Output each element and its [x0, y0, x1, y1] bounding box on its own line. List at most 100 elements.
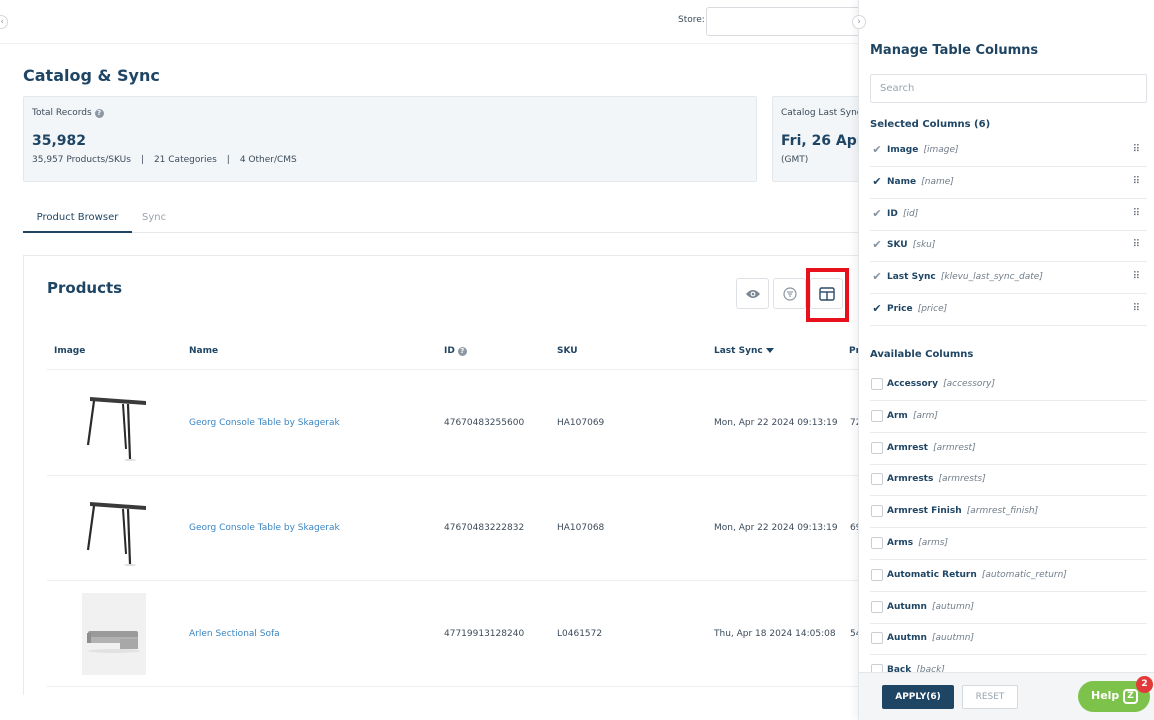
- checkbox[interactable]: [871, 409, 883, 422]
- product-sku: L0461572: [557, 629, 603, 639]
- tab-product-browser[interactable]: Product Browser: [23, 206, 132, 233]
- column-header-last-sync-label: Last Sync: [714, 346, 763, 356]
- checkbox[interactable]: [871, 378, 883, 390]
- column-header-image[interactable]: Image: [54, 346, 85, 356]
- checkbox[interactable]: [871, 632, 883, 645]
- checkmark-icon[interactable]: ✔: [871, 303, 883, 315]
- product-name-link[interactable]: Arlen Sectional Sofa: [189, 629, 280, 639]
- column-option[interactable]: ✔ Last Sync [klevu_last_sync_date] ⠿: [870, 262, 1147, 295]
- manage-columns-drawer: › Manage Table Columns Selected Columns …: [852, 0, 1154, 720]
- column-option[interactable]: ✔ Image [image] ⠿: [870, 135, 1147, 167]
- column-header-id-label: ID: [444, 346, 455, 356]
- collapse-sidebar-icon[interactable]: ‹: [0, 15, 8, 29]
- console-table-image: [86, 397, 146, 461]
- apply-button[interactable]: APPLY(6): [882, 685, 954, 709]
- drag-handle-icon[interactable]: ⠿: [1133, 176, 1140, 187]
- store-select[interactable]: [706, 7, 866, 36]
- product-id: 47719913128240: [444, 629, 525, 639]
- column-option[interactable]: Automatic Return [automatic_return]: [870, 560, 1147, 592]
- column-option[interactable]: ✔ Name [name] ⠿: [870, 167, 1147, 199]
- filter-button[interactable]: [773, 278, 806, 309]
- column-option[interactable]: Arm [arm]: [870, 401, 1147, 433]
- checkmark-icon[interactable]: ✔: [871, 175, 883, 188]
- column-option-label: Armrests [armrests]: [887, 474, 986, 484]
- column-option[interactable]: ✔ ID [id] ⠿: [870, 199, 1147, 231]
- column-header-name[interactable]: Name: [189, 346, 218, 356]
- column-name: Price: [887, 304, 913, 314]
- checkbox[interactable]: [871, 537, 883, 549]
- column-option[interactable]: Autumn [autumn]: [870, 592, 1147, 624]
- column-key: [arm]: [912, 410, 938, 421]
- column-option[interactable]: Accessory [accessory]: [870, 369, 1147, 401]
- checkbox[interactable]: [871, 505, 883, 518]
- checkmark-icon[interactable]: ✔: [871, 207, 883, 220]
- column-header-sku[interactable]: SKU: [557, 346, 578, 356]
- column-name: Autumn: [887, 601, 927, 612]
- column-option-label: Price [price]: [887, 304, 947, 314]
- checkbox[interactable]: [871, 473, 883, 486]
- column-name: Armrests: [887, 474, 934, 485]
- product-name-link[interactable]: Georg Console Table by Skagerak: [189, 418, 340, 428]
- column-option-label: ID [id]: [887, 209, 918, 219]
- row-divider: [47, 580, 874, 581]
- column-option-label: Arm [arm]: [887, 411, 938, 421]
- product-last-sync: Mon, Apr 22 2024 09:13:19: [714, 523, 838, 533]
- product-last-sync: Mon, Apr 22 2024 09:13:19: [714, 418, 838, 428]
- checkmark-icon[interactable]: ✔: [871, 144, 883, 156]
- column-key: [name]: [921, 176, 954, 187]
- product-sku: HA107069: [557, 418, 605, 428]
- drag-handle-icon[interactable]: ⠿: [1133, 239, 1140, 250]
- column-option[interactable]: ✔ SKU [sku] ⠿: [870, 230, 1147, 263]
- column-option[interactable]: Arms [arms]: [870, 528, 1147, 560]
- column-option-label: SKU [sku]: [887, 240, 935, 250]
- reset-button[interactable]: RESET: [962, 685, 1018, 709]
- help-icon[interactable]: ?: [457, 347, 467, 356]
- checkbox[interactable]: [871, 568, 883, 581]
- product-name-link[interactable]: Georg Console Table by Skagerak: [189, 523, 340, 533]
- column-header-last-sync[interactable]: Last Sync: [714, 346, 774, 356]
- separator: |: [140, 155, 144, 165]
- column-key: [price]: [917, 304, 948, 314]
- row-divider: [47, 475, 874, 476]
- column-option[interactable]: Auutmn [auutmn]: [870, 623, 1147, 656]
- column-option-label: Auutmn [auutmn]: [887, 633, 974, 643]
- toggle-visibility-button[interactable]: [736, 278, 769, 309]
- store-label: Store:: [678, 15, 705, 25]
- checkmark-icon[interactable]: ✔: [871, 239, 883, 251]
- product-id: 47670483255600: [444, 418, 525, 428]
- column-key: [autumn]: [932, 601, 974, 612]
- column-option[interactable]: ✔ Price [price] ⠿: [870, 294, 1147, 326]
- checkmark-icon[interactable]: ✔: [871, 271, 883, 283]
- column-search-input[interactable]: [870, 74, 1147, 103]
- help-label: Help: [1091, 689, 1120, 702]
- help-icon[interactable]: ?: [94, 109, 104, 118]
- page-title: Catalog & Sync: [23, 66, 160, 85]
- collapse-drawer-icon[interactable]: ›: [852, 15, 866, 29]
- column-option-label: Armrest Finish [armrest_finish]: [887, 506, 1038, 516]
- column-name: Armrest Finish: [887, 506, 962, 517]
- tab-sync[interactable]: Sync: [142, 206, 166, 233]
- checkbox[interactable]: [871, 441, 883, 454]
- other-count: 4 Other/CMS: [239, 155, 297, 165]
- column-option-label: Autumn [autumn]: [887, 602, 974, 612]
- highlight-annotation-box: [806, 268, 849, 322]
- product-sku: HA107068: [557, 523, 605, 533]
- last-sync-label: Catalog Last Sync: [781, 108, 862, 118]
- drag-handle-icon[interactable]: ⠿: [1133, 271, 1140, 282]
- column-name: Armrest: [887, 442, 928, 453]
- drag-handle-icon[interactable]: ⠿: [1133, 208, 1140, 219]
- drag-handle-icon[interactable]: ⠿: [1133, 144, 1140, 155]
- column-option[interactable]: Armrests [armrests]: [870, 464, 1147, 497]
- product-id: 47670483222832: [444, 523, 525, 533]
- drag-handle-icon[interactable]: ⠿: [1133, 303, 1140, 314]
- tabs: Product Browser Sync: [23, 206, 858, 233]
- column-option-label: Automatic Return [automatic_return]: [887, 570, 1067, 580]
- checkbox[interactable]: [871, 600, 883, 613]
- column-header-id[interactable]: ID?: [444, 346, 467, 356]
- column-option[interactable]: Armrest [armrest]: [870, 433, 1147, 465]
- column-option-label: Accessory [accessory]: [887, 379, 995, 389]
- column-key: [image]: [923, 145, 959, 155]
- sort-desc-icon[interactable]: [765, 348, 774, 353]
- column-key: [klevu_last_sync_date]: [940, 272, 1043, 283]
- column-option[interactable]: Armrest Finish [armrest_finish]: [870, 496, 1147, 529]
